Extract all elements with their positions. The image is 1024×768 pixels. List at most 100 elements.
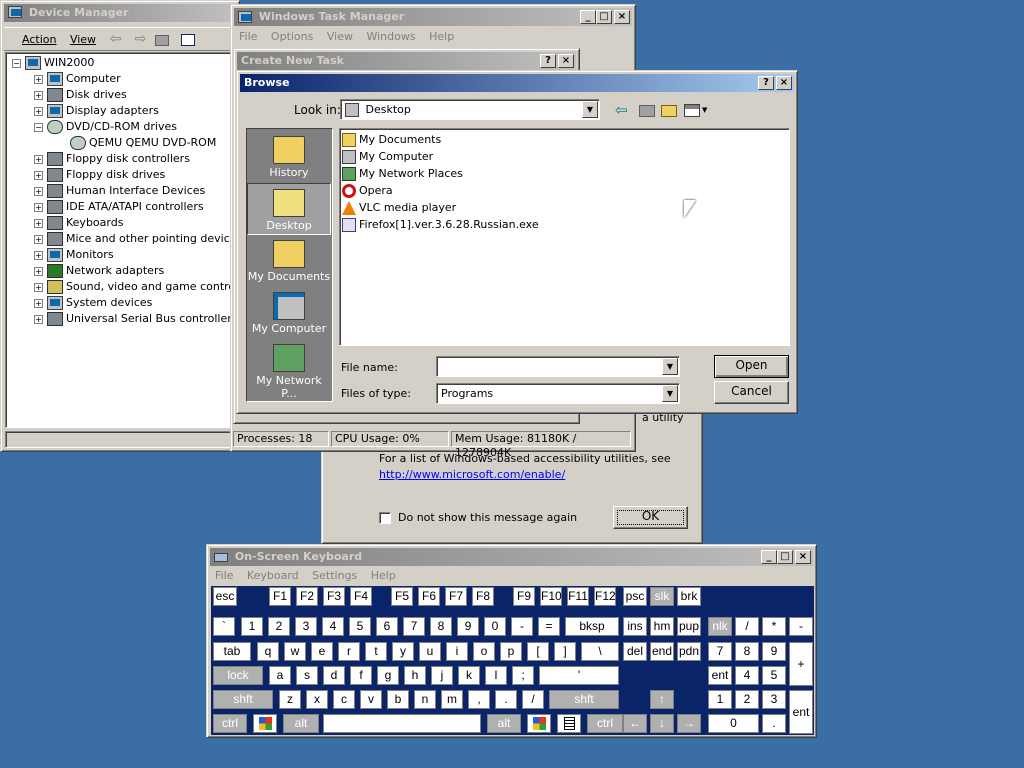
list-item[interactable]: My Computer bbox=[342, 148, 789, 165]
key-4[interactable]: 4 bbox=[735, 666, 759, 685]
list-item[interactable]: VLC media player bbox=[342, 199, 789, 216]
help-button[interactable]: ? bbox=[540, 54, 556, 68]
tree-item-child[interactable]: QEMU QEMU DVD-ROM bbox=[6, 135, 240, 151]
key-symbol[interactable]: = bbox=[538, 617, 560, 636]
key-ctrl[interactable]: ctrl bbox=[587, 714, 623, 733]
key-symbol[interactable]: \ bbox=[581, 642, 619, 661]
list-item[interactable]: Opera bbox=[342, 182, 789, 199]
minimize-button[interactable]: _ bbox=[580, 10, 596, 24]
key-slk[interactable]: slk bbox=[650, 587, 674, 606]
key-6[interactable]: 6 bbox=[376, 617, 398, 636]
tree-item[interactable]: + Floppy disk controllers bbox=[6, 151, 240, 167]
key-2[interactable]: 2 bbox=[735, 690, 759, 709]
key-symbol[interactable]: * bbox=[762, 617, 786, 636]
key-p[interactable]: p bbox=[500, 642, 522, 661]
key-tab[interactable]: tab bbox=[213, 642, 251, 661]
key-5[interactable]: 5 bbox=[762, 666, 786, 685]
expand-icon[interactable]: + bbox=[34, 106, 43, 116]
back-icon[interactable]: ⇦ bbox=[615, 101, 628, 119]
view-menu-chevron-icon[interactable]: ▼ bbox=[702, 106, 707, 114]
menu-help[interactable]: Help bbox=[424, 30, 459, 43]
key-arrow-right-icon[interactable]: → bbox=[677, 714, 701, 733]
key-h[interactable]: h bbox=[404, 666, 426, 685]
file-list[interactable]: My Documents My Computer My Network Plac… bbox=[339, 128, 790, 346]
key-9[interactable]: 9 bbox=[457, 617, 479, 636]
key-t[interactable]: t bbox=[365, 642, 387, 661]
place-history[interactable]: History bbox=[247, 131, 331, 183]
key-u[interactable]: u bbox=[419, 642, 441, 661]
tree-item[interactable]: + IDE ATA/ATAPI controllers bbox=[6, 199, 240, 215]
key-1[interactable]: 1 bbox=[241, 617, 263, 636]
key-psc[interactable]: psc bbox=[623, 587, 647, 606]
file-type-combo[interactable]: Programs ▼ bbox=[436, 383, 680, 404]
close-button[interactable]: × bbox=[776, 76, 792, 90]
key-y[interactable]: y bbox=[392, 642, 414, 661]
close-button[interactable]: × bbox=[795, 550, 811, 564]
key-pup[interactable]: pup bbox=[677, 617, 701, 636]
menu-file[interactable]: File bbox=[210, 569, 238, 582]
tree-item[interactable]: + Monitors bbox=[6, 247, 240, 263]
key-F7[interactable]: F7 bbox=[445, 587, 467, 606]
view-menu-icon[interactable] bbox=[684, 104, 700, 117]
list-item[interactable]: My Network Places bbox=[342, 165, 789, 182]
place-my-network[interactable]: My Network P... bbox=[247, 339, 331, 400]
menu-view[interactable]: View bbox=[65, 33, 101, 46]
menu-options[interactable]: Options bbox=[266, 30, 318, 43]
key-3[interactable]: 3 bbox=[762, 690, 786, 709]
tree-item[interactable]: + Display adapters bbox=[6, 103, 240, 119]
close-button[interactable]: × bbox=[558, 54, 574, 68]
chevron-down-icon[interactable]: ▼ bbox=[582, 101, 598, 118]
key-2[interactable]: 2 bbox=[268, 617, 290, 636]
key-b[interactable]: b bbox=[387, 690, 409, 709]
chevron-down-icon[interactable]: ▼ bbox=[662, 385, 678, 402]
key-bksp[interactable]: bksp bbox=[565, 617, 619, 636]
expand-icon[interactable]: + bbox=[34, 218, 43, 228]
key-windows[interactable] bbox=[253, 714, 277, 733]
key-shft[interactable]: shft bbox=[213, 690, 273, 709]
key-symbol[interactable]: ' bbox=[539, 666, 619, 685]
tree-item[interactable]: + Computer bbox=[6, 71, 240, 87]
key-4[interactable]: 4 bbox=[322, 617, 344, 636]
expand-icon[interactable]: + bbox=[34, 74, 43, 84]
key-symbol[interactable]: / bbox=[735, 617, 759, 636]
key-m[interactable]: m bbox=[441, 690, 463, 709]
key-j[interactable]: j bbox=[431, 666, 453, 685]
key-l[interactable]: l bbox=[485, 666, 507, 685]
expand-icon[interactable]: + bbox=[34, 282, 43, 292]
key-F11[interactable]: F11 bbox=[567, 587, 589, 606]
key-space[interactable] bbox=[323, 714, 481, 733]
key-symbol[interactable]: + bbox=[789, 642, 813, 686]
menu-help[interactable]: Help bbox=[366, 569, 401, 582]
cancel-button[interactable]: Cancel bbox=[714, 381, 789, 404]
key-symbol[interactable]: ] bbox=[554, 642, 576, 661]
key-symbol[interactable]: - bbox=[511, 617, 533, 636]
key-ctrl[interactable]: ctrl bbox=[213, 714, 247, 733]
key-hm[interactable]: hm bbox=[650, 617, 674, 636]
key-c[interactable]: c bbox=[333, 690, 355, 709]
folder-up-icon[interactable] bbox=[155, 34, 170, 46]
key-F8[interactable]: F8 bbox=[472, 587, 494, 606]
key-d[interactable]: d bbox=[323, 666, 345, 685]
tree-item[interactable]: + Keyboards bbox=[6, 215, 240, 231]
key-i[interactable]: i bbox=[446, 642, 468, 661]
tree-item[interactable]: + Disk drives bbox=[6, 87, 240, 103]
tree-item[interactable]: + Sound, video and game controllers bbox=[6, 279, 240, 295]
key-symbol[interactable]: . bbox=[762, 714, 786, 733]
key-q[interactable]: q bbox=[257, 642, 279, 661]
menu-windows[interactable]: Windows bbox=[361, 30, 420, 43]
task-manager-titlebar[interactable]: Windows Task Manager _ □ × bbox=[234, 8, 632, 26]
key-9[interactable]: 9 bbox=[762, 642, 786, 661]
key-7[interactable]: 7 bbox=[708, 642, 732, 661]
key-ent[interactable]: ent bbox=[789, 690, 813, 734]
key-s[interactable]: s bbox=[296, 666, 318, 685]
key-brk[interactable]: brk bbox=[677, 587, 701, 606]
tree-item[interactable]: + Universal Serial Bus controllers bbox=[6, 311, 240, 327]
maximize-button[interactable]: □ bbox=[777, 550, 793, 564]
help-button[interactable]: ? bbox=[758, 76, 774, 90]
key-F10[interactable]: F10 bbox=[540, 587, 562, 606]
tree-item[interactable]: − DVD/CD-ROM drives bbox=[6, 119, 240, 135]
key-7[interactable]: 7 bbox=[403, 617, 425, 636]
key-a[interactable]: a bbox=[269, 666, 291, 685]
place-my-computer[interactable]: My Computer bbox=[247, 287, 331, 339]
place-my-documents[interactable]: My Documents bbox=[247, 235, 331, 287]
